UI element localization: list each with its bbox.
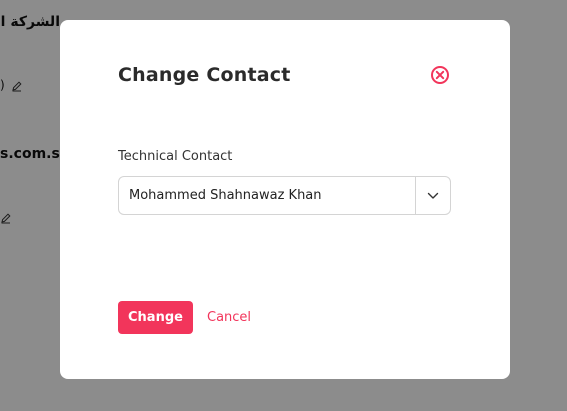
dialog-title: Change Contact <box>118 64 291 86</box>
close-circle-icon <box>431 66 449 84</box>
chevron-down-icon <box>427 192 439 199</box>
technical-contact-select[interactable]: Mohammed Shahnawaz Khan <box>118 176 451 215</box>
cancel-button[interactable]: Cancel <box>207 301 251 334</box>
change-button[interactable]: Change <box>118 301 193 334</box>
selected-contact-value: Mohammed Shahnawaz Khan <box>129 188 322 203</box>
technical-contact-label: Technical Contact <box>118 149 233 164</box>
change-contact-dialog: Change Contact Technical Contact Mohamme… <box>60 20 510 379</box>
dropdown-toggle[interactable] <box>416 177 450 214</box>
close-button[interactable] <box>430 65 450 85</box>
